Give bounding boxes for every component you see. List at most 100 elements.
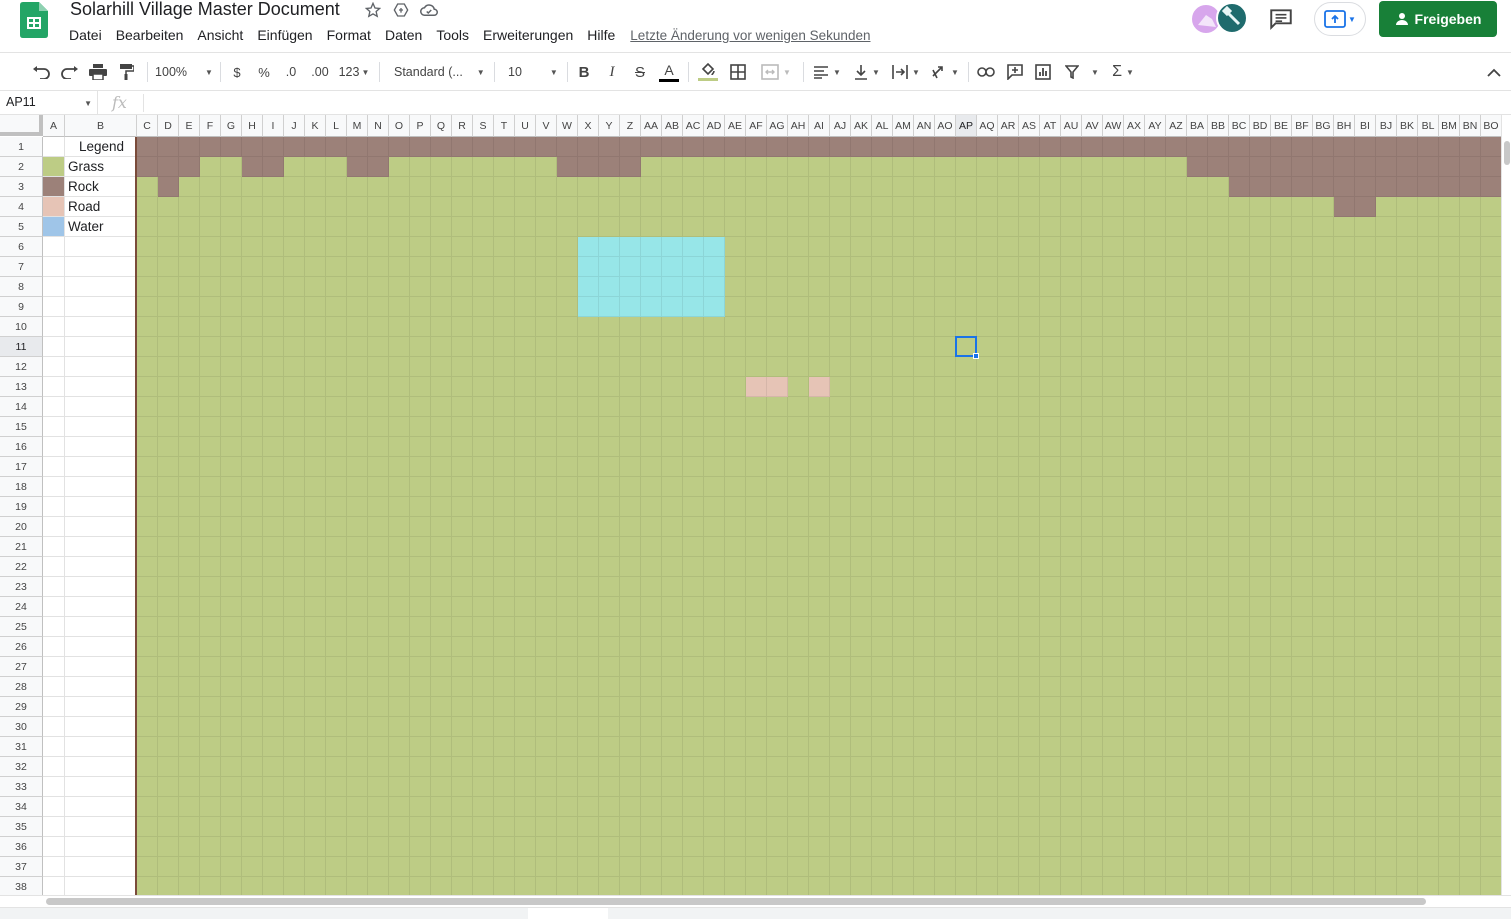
cell[interactable] (65, 257, 137, 277)
row-header[interactable]: 21 (0, 537, 43, 557)
column-header[interactable]: R (452, 115, 473, 137)
cell[interactable] (43, 637, 65, 657)
column-header[interactable]: I (263, 115, 284, 137)
column-header[interactable]: AJ (830, 115, 851, 137)
strikethrough-icon[interactable]: S (629, 61, 651, 83)
column-header[interactable]: AU (1061, 115, 1082, 137)
cell[interactable] (65, 297, 137, 317)
column-header[interactable]: AX (1124, 115, 1145, 137)
cell[interactable] (65, 877, 137, 895)
cell[interactable] (65, 337, 137, 357)
column-header[interactable]: BL (1418, 115, 1439, 137)
column-header[interactable]: BA (1187, 115, 1208, 137)
present-button[interactable]: ▼ (1314, 2, 1366, 36)
rock-cells[interactable] (137, 137, 1501, 157)
bold-icon[interactable]: B (573, 61, 595, 83)
row-header[interactable]: 7 (0, 257, 43, 277)
cell[interactable] (65, 817, 137, 837)
row-header[interactable]: 20 (0, 517, 43, 537)
cell[interactable] (65, 397, 137, 417)
rock-cells[interactable] (1334, 197, 1376, 217)
undo-icon[interactable] (30, 61, 52, 83)
column-header[interactable]: AT (1040, 115, 1061, 137)
cell[interactable] (43, 437, 65, 457)
column-header[interactable]: AD (704, 115, 725, 137)
cell[interactable] (65, 757, 137, 777)
menu-datei[interactable]: Datei (62, 27, 109, 43)
cell[interactable] (65, 537, 137, 557)
column-header[interactable]: BD (1250, 115, 1271, 137)
cell[interactable] (65, 717, 137, 737)
menu-hilfe[interactable]: Hilfe (580, 27, 622, 43)
row-header[interactable]: 31 (0, 737, 43, 757)
cell[interactable] (65, 477, 137, 497)
grass-area[interactable] (137, 137, 1501, 895)
cloud-saved-icon[interactable] (418, 0, 440, 20)
column-header[interactable]: AG (767, 115, 788, 137)
row-header[interactable]: 17 (0, 457, 43, 477)
rock-cells[interactable] (158, 177, 179, 197)
column-header[interactable]: Z (620, 115, 641, 137)
column-header[interactable]: BH (1334, 115, 1355, 137)
row-header[interactable]: 36 (0, 837, 43, 857)
column-header[interactable]: AZ (1166, 115, 1187, 137)
font-family-select[interactable]: Standard (... ▼ (388, 61, 486, 83)
move-to-drive-icon[interactable] (390, 0, 412, 20)
cell[interactable] (65, 437, 137, 457)
row-header[interactable]: 4 (0, 197, 43, 217)
more-formats-button[interactable]: 123 ▼ (337, 61, 371, 83)
cell[interactable] (65, 697, 137, 717)
text-wrapping-icon[interactable]: ▼ (889, 61, 923, 83)
column-header[interactable]: Y (599, 115, 620, 137)
column-header[interactable]: BC (1229, 115, 1250, 137)
row-header[interactable]: 32 (0, 757, 43, 777)
column-header[interactable]: BI (1355, 115, 1376, 137)
column-header[interactable]: AL (872, 115, 893, 137)
cell[interactable] (43, 337, 65, 357)
text-color-icon[interactable]: A (657, 61, 681, 83)
rock-cells[interactable] (557, 157, 641, 177)
column-header[interactable]: AY (1145, 115, 1166, 137)
cell[interactable] (65, 677, 137, 697)
row-header[interactable]: 24 (0, 597, 43, 617)
row-header[interactable]: 25 (0, 617, 43, 637)
merge-cells-icon[interactable]: ▼ (756, 61, 796, 83)
cell[interactable] (43, 477, 65, 497)
menu-erweiterungen[interactable]: Erweiterungen (476, 27, 580, 43)
water-cells[interactable] (578, 277, 725, 297)
row-header[interactable]: 27 (0, 657, 43, 677)
rock-cells[interactable] (137, 157, 200, 177)
column-header[interactable]: BM (1439, 115, 1460, 137)
row-header[interactable]: 16 (0, 437, 43, 457)
rock-cells[interactable] (1187, 157, 1501, 177)
cell[interactable] (65, 597, 137, 617)
sheet-tab[interactable] (528, 908, 608, 919)
vertical-align-icon[interactable]: ▼ (850, 61, 884, 83)
column-header[interactable]: AS (1019, 115, 1040, 137)
sheet-grid[interactable]: A B C D E F G H I J K L M N O P Q R S T U V W X Y Z AA AB AC AD AE AF AG… (0, 115, 1501, 895)
column-header[interactable]: AB (662, 115, 683, 137)
fill-color-icon[interactable] (696, 61, 720, 83)
print-icon[interactable] (87, 61, 109, 83)
comment-history-button[interactable] (1268, 6, 1294, 32)
row-header[interactable]: 26 (0, 637, 43, 657)
cell[interactable] (43, 237, 65, 257)
water-cells[interactable] (578, 297, 725, 317)
column-header[interactable]: AP (956, 115, 977, 137)
column-header[interactable]: J (284, 115, 305, 137)
row-header[interactable]: 10 (0, 317, 43, 337)
row-header[interactable]: 28 (0, 677, 43, 697)
cell[interactable] (43, 517, 65, 537)
cell[interactable] (43, 397, 65, 417)
column-header[interactable]: AV (1082, 115, 1103, 137)
cell[interactable] (43, 577, 65, 597)
font-size-select[interactable]: 10 ▼ (502, 61, 560, 83)
vertical-scrollbar[interactable] (1501, 115, 1511, 895)
row-header[interactable]: 12 (0, 357, 43, 377)
cell[interactable] (65, 557, 137, 577)
cell[interactable] (43, 357, 65, 377)
menu-ansicht[interactable]: Ansicht (190, 27, 250, 43)
menu-tools[interactable]: Tools (429, 27, 476, 43)
cell[interactable] (65, 777, 137, 797)
row-header[interactable]: 23 (0, 577, 43, 597)
